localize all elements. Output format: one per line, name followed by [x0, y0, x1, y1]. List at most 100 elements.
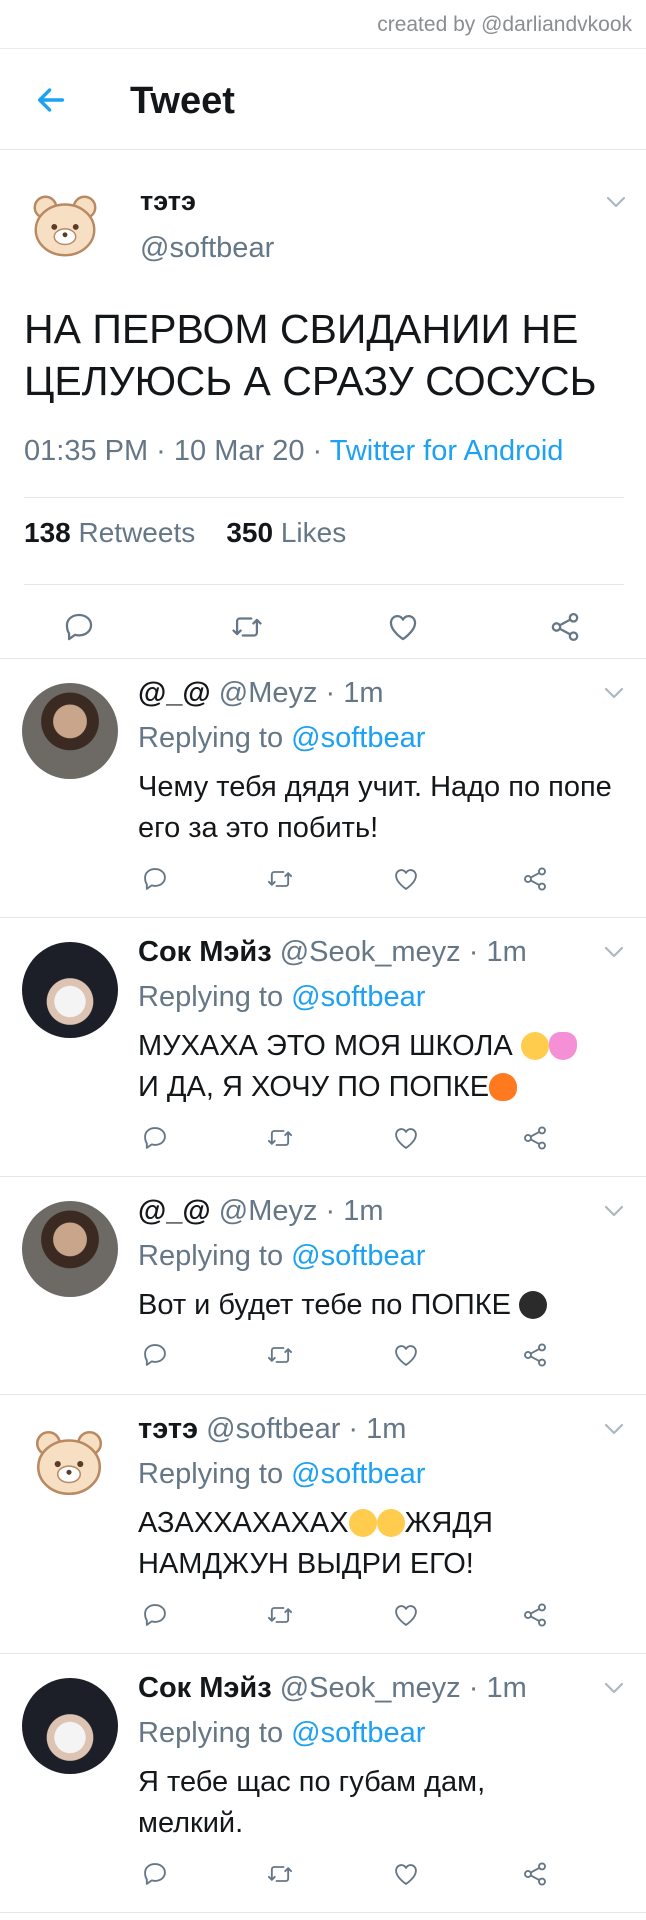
- author-name[interactable]: Сок Мэйз: [138, 936, 272, 968]
- replying-handle[interactable]: @softbear: [291, 1717, 425, 1749]
- replying-to: Replying to @softbear: [138, 722, 425, 755]
- reply-tweet[interactable]: @_@ @Meyz · 1m Replying to @softbear Чем…: [0, 659, 646, 918]
- author-handle[interactable]: @softbear · 1m: [206, 1413, 406, 1445]
- credit-text: created by @darliandvkook: [377, 13, 632, 36]
- reply-icon[interactable]: [141, 1860, 169, 1888]
- avatar-photo[interactable]: [22, 1678, 118, 1774]
- reply-icon[interactable]: [141, 865, 169, 893]
- reply-header: тэтэ @softbear · 1m: [138, 1413, 406, 1446]
- person-facepalming-emoji-icon: [519, 1291, 548, 1319]
- divider: [24, 584, 624, 585]
- share-icon[interactable]: [521, 1124, 549, 1152]
- chevron-down-icon[interactable]: [606, 196, 626, 208]
- replying-to: Replying to @softbear: [138, 1240, 425, 1273]
- author-name[interactable]: тэтэ: [138, 1413, 198, 1445]
- reply-text-line: МУХАХА ЭТО МОЯ ШКОЛА: [138, 1030, 513, 1062]
- reply-text-line: ЖЯДЯ: [404, 1507, 493, 1539]
- replying-handle[interactable]: @softbear: [291, 1240, 425, 1272]
- reply-tweet[interactable]: Сок Мэйз @Seok_meyz · 1m Replying to @so…: [0, 918, 646, 1177]
- like-icon[interactable]: [386, 610, 420, 644]
- retweet-icon[interactable]: [266, 1601, 294, 1629]
- reply-actions: [0, 1341, 646, 1375]
- share-icon[interactable]: [521, 865, 549, 893]
- fire-emoji-icon: [489, 1073, 518, 1101]
- replying-to: Replying to @softbear: [138, 1458, 425, 1491]
- reply-tweet[interactable]: Сок Мэйз @Seok_meyz · 1m Replying to @so…: [0, 1654, 646, 1913]
- retweet-icon[interactable]: [266, 1124, 294, 1152]
- author-name[interactable]: @_@: [138, 1195, 211, 1227]
- reply-icon[interactable]: [141, 1601, 169, 1629]
- reply-text-line: И ДА, Я ХОЧУ ПО ПОПКЕ: [138, 1071, 490, 1103]
- share-icon[interactable]: [548, 610, 582, 644]
- reply-text: АЗАХХАХАХАХ ЖЯДЯ НАМДЖУН ВЫДРИ ЕГО!: [138, 1503, 618, 1585]
- reply-text-line: Вот и будет тебе по ПОПКЕ: [138, 1289, 511, 1321]
- reply-header: @_@ @Meyz · 1m: [138, 1195, 384, 1228]
- chevron-down-icon[interactable]: [604, 687, 624, 699]
- main-actions: [0, 610, 646, 650]
- replying-handle[interactable]: @softbear: [291, 981, 425, 1013]
- retweets-count[interactable]: 138: [24, 517, 71, 548]
- tweet-text: НА ПЕРВОМ СВИДАНИИ НЕ ЦЕЛУЮСЬ А СРАЗУ СО…: [24, 306, 597, 404]
- avatar-photo[interactable]: [22, 683, 118, 779]
- replying-handle[interactable]: @softbear: [291, 1458, 425, 1490]
- reply-icon[interactable]: [62, 610, 96, 644]
- tweet-stats: 138 Retweets 350 Likes: [24, 517, 346, 549]
- share-icon[interactable]: [521, 1601, 549, 1629]
- author-handle[interactable]: @softbear: [140, 232, 274, 265]
- author-name[interactable]: тэтэ: [140, 186, 196, 217]
- chevron-down-icon[interactable]: [604, 1205, 624, 1217]
- like-icon[interactable]: [392, 1341, 420, 1369]
- likes-label[interactable]: Likes: [281, 517, 346, 548]
- like-icon[interactable]: [392, 1860, 420, 1888]
- tweet-meta: 01:35 PM · 10 Mar 20 · Twitter for Andro…: [24, 435, 563, 468]
- author-handle[interactable]: @Seok_meyz · 1m: [280, 936, 527, 968]
- chevron-down-icon[interactable]: [604, 946, 624, 958]
- retweet-icon[interactable]: [266, 1341, 294, 1369]
- divider: [24, 497, 624, 498]
- retweet-icon[interactable]: [230, 610, 264, 644]
- reply-actions: [0, 1601, 646, 1635]
- bear-icon: [28, 1421, 110, 1503]
- retweet-icon[interactable]: [266, 865, 294, 893]
- reply-text: Я тебе щас по губам дам, мелкий.: [138, 1766, 486, 1839]
- retweets-label[interactable]: Retweets: [79, 517, 196, 548]
- chevron-down-icon[interactable]: [604, 1423, 624, 1435]
- author-handle[interactable]: @Meyz · 1m: [219, 677, 384, 709]
- avatar-bear[interactable]: [28, 1421, 110, 1503]
- reply-tweet[interactable]: @_@ @Meyz · 1m Replying to @softbear Вот…: [0, 1177, 646, 1395]
- replying-handle[interactable]: @softbear: [291, 722, 425, 754]
- replying-label: Replying to: [138, 1458, 292, 1490]
- reply-text-line: АЗАХХАХАХАХ: [138, 1507, 349, 1539]
- replying-to: Replying to @softbear: [138, 1717, 425, 1750]
- reply-text: Чему тебя дядя учит. Надо по попе его за…: [138, 771, 612, 844]
- tweet-source[interactable]: Twitter for Android: [330, 435, 564, 467]
- reply-header: @_@ @Meyz · 1m: [138, 677, 384, 710]
- author-name[interactable]: @_@: [138, 677, 211, 709]
- author-handle[interactable]: @Meyz · 1m: [219, 1195, 384, 1227]
- avatar-photo[interactable]: [22, 1201, 118, 1297]
- replying-label: Replying to: [138, 722, 292, 754]
- avatar-photo[interactable]: [22, 942, 118, 1038]
- grinning-sweat-emoji-icon: [376, 1509, 405, 1537]
- chevron-down-icon[interactable]: [604, 1682, 624, 1694]
- share-icon[interactable]: [521, 1341, 549, 1369]
- likes-count[interactable]: 350: [226, 517, 273, 548]
- like-icon[interactable]: [392, 1601, 420, 1629]
- back-arrow-icon[interactable]: [34, 83, 68, 117]
- avatar-bear[interactable]: [26, 186, 104, 264]
- bear-icon: [26, 186, 104, 264]
- reply-icon[interactable]: [141, 1124, 169, 1152]
- share-icon[interactable]: [521, 1860, 549, 1888]
- replying-label: Replying to: [138, 1717, 292, 1749]
- grinning-sweat-emoji-icon: [348, 1509, 377, 1537]
- like-icon[interactable]: [392, 865, 420, 893]
- like-icon[interactable]: [392, 1124, 420, 1152]
- tweet-time: 01:35 PM · 10 Mar 20 ·: [24, 435, 330, 467]
- reply-tweet[interactable]: тэтэ @softbear · 1m Replying to @softbea…: [0, 1395, 646, 1654]
- author-handle[interactable]: @Seok_meyz · 1m: [280, 1672, 527, 1704]
- reply-icon[interactable]: [141, 1341, 169, 1369]
- reply-text-line: НАМДЖУН ВЫДРИ ЕГО!: [138, 1548, 474, 1580]
- author-name[interactable]: Сок Мэйз: [138, 1672, 272, 1704]
- retweet-icon[interactable]: [266, 1860, 294, 1888]
- watermark-credit: created by @darliandvkook: [0, 0, 646, 49]
